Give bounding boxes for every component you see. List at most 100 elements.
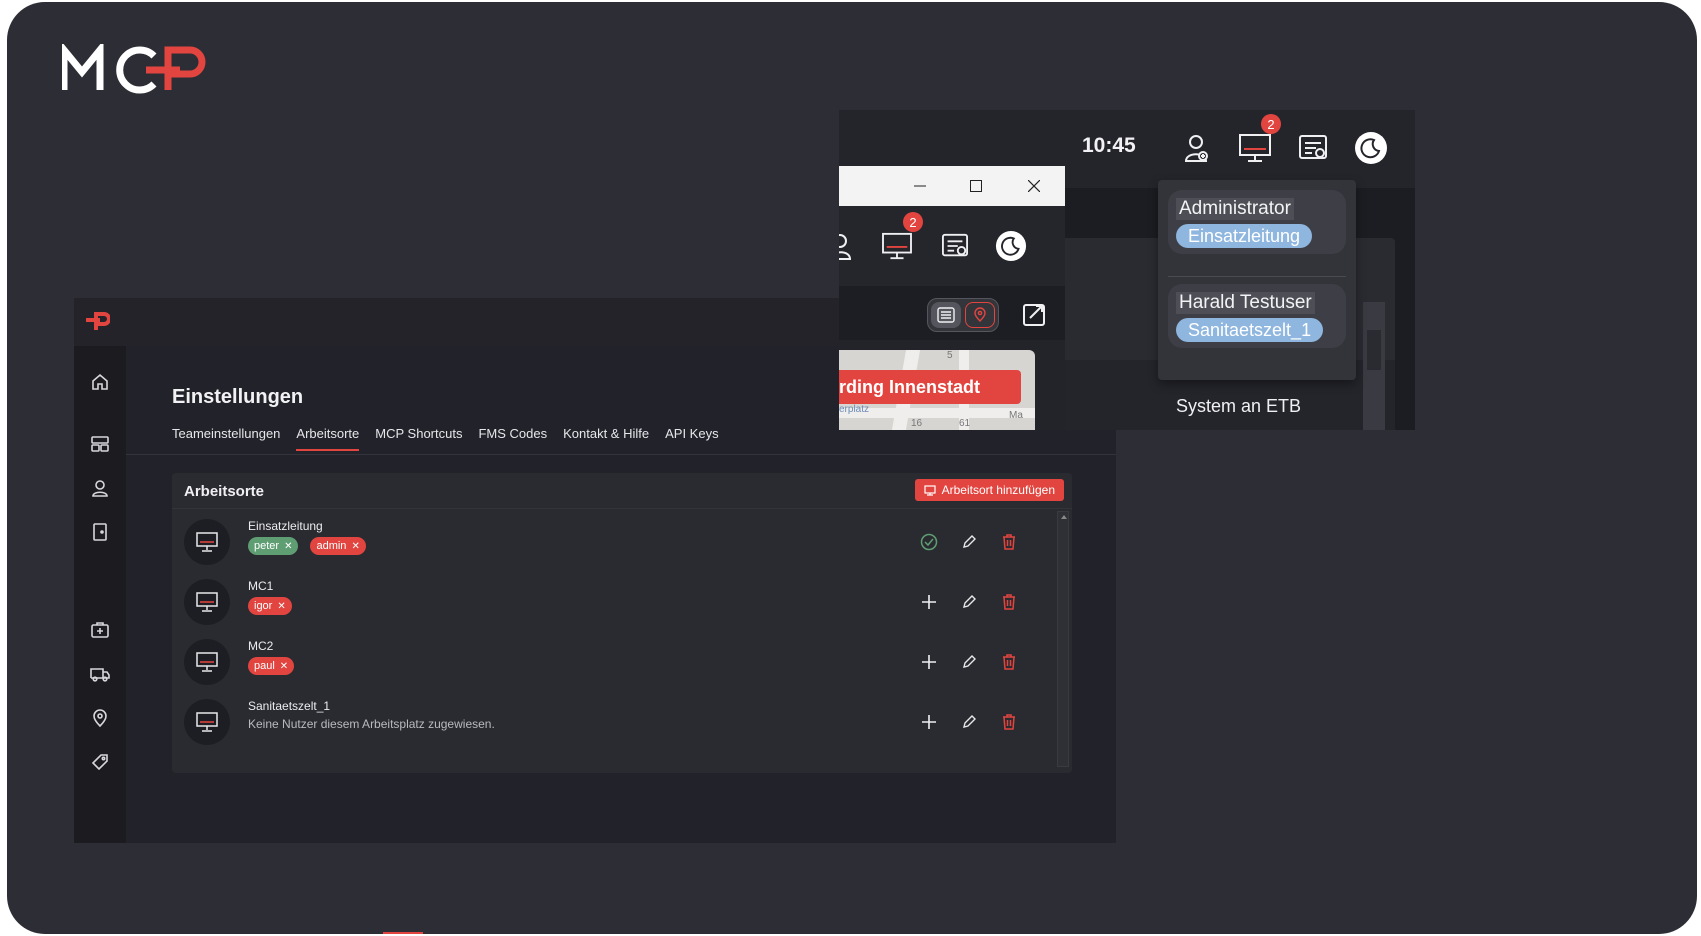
- list-item: Einsatzleitung peter ✕ admin ✕: [184, 513, 1015, 569]
- tab-divider: [126, 454, 1116, 455]
- row-actions: [918, 531, 1020, 553]
- add-user-icon[interactable]: [1179, 130, 1215, 166]
- monitor-badge: 2: [903, 212, 923, 232]
- map-view-icon[interactable]: [965, 302, 995, 328]
- map-location-label[interactable]: rding Innenstadt: [839, 370, 1021, 404]
- overlay-scrollbar[interactable]: [1363, 302, 1385, 430]
- card-scrollbar[interactable]: [1057, 511, 1069, 767]
- medical-kit-icon[interactable]: [88, 618, 112, 642]
- row-actions: [918, 651, 1020, 673]
- user-dropdown: Administrator Einsatzleitung Harald Test…: [1158, 180, 1356, 380]
- report-add-icon[interactable]: [937, 228, 973, 264]
- list-view-icon[interactable]: [931, 302, 961, 328]
- brand-icon[interactable]: [86, 312, 111, 337]
- trash-icon[interactable]: [998, 531, 1020, 553]
- check-circle-icon[interactable]: [918, 531, 940, 553]
- plus-icon[interactable]: [918, 711, 940, 733]
- row-actions: [918, 711, 1020, 733]
- add-button-label: Arbeitsort hinzufügen: [941, 483, 1055, 497]
- presentation-frame: Einstellungen Teameinstellungen Arbeitso…: [7, 2, 1697, 934]
- close-icon[interactable]: [1021, 174, 1047, 198]
- monitor-icon[interactable]: [1237, 130, 1273, 166]
- card-header: Arbeitsorte Arbeitsort hinzufügen: [172, 473, 1072, 509]
- user-chip[interactable]: paul ✕: [248, 657, 295, 675]
- dashboard-icon[interactable]: [88, 432, 112, 456]
- header-overlay: 10:45 2 System an ETB Administrator Eins…: [839, 110, 1415, 430]
- tab-teameinstellungen[interactable]: Teameinstellungen: [172, 426, 280, 451]
- edit-icon[interactable]: [958, 531, 980, 553]
- trash-icon[interactable]: [998, 651, 1020, 673]
- workstation-icon: [184, 519, 230, 565]
- user-badge-icon[interactable]: [88, 476, 112, 500]
- row-actions: [918, 591, 1020, 613]
- home-icon[interactable]: [88, 370, 112, 394]
- settings-tabs: Teameinstellungen Arbeitsorte MCP Shortc…: [172, 426, 719, 451]
- arbeitsorte-card: Arbeitsorte Arbeitsort hinzufügen Einsat…: [172, 473, 1072, 773]
- workstation-icon: [184, 639, 230, 685]
- dropdown-user-name: Administrator: [1176, 198, 1294, 220]
- location-pin-icon[interactable]: [88, 706, 112, 730]
- maximize-icon[interactable]: [963, 174, 989, 198]
- tab-arbeitsorte[interactable]: Arbeitsorte: [296, 426, 360, 451]
- remove-icon[interactable]: ✕: [284, 541, 292, 552]
- workstation-name: MC2: [248, 639, 274, 653]
- user-chip[interactable]: peter ✕: [248, 537, 299, 555]
- clock: 10:45: [1082, 134, 1136, 157]
- map-preview[interactable]: 5 rding Innenstadt erplatz 16 61 Ma: [839, 350, 1035, 430]
- user-chip[interactable]: igor ✕: [248, 597, 292, 615]
- report-add-icon[interactable]: [1295, 130, 1331, 166]
- edit-icon[interactable]: [958, 651, 980, 673]
- inner-header: 2: [839, 206, 1065, 286]
- plus-icon[interactable]: [918, 591, 940, 613]
- dropdown-user-location: Einsatzleitung: [1176, 224, 1313, 248]
- view-toggle[interactable]: [927, 298, 999, 332]
- empty-users-text: Keine Nutzer diesem Arbeitsplatz zugewie…: [248, 717, 495, 731]
- tab-fms-codes[interactable]: FMS Codes: [478, 426, 547, 451]
- plus-icon[interactable]: [918, 651, 940, 673]
- dark-mode-icon[interactable]: [993, 228, 1029, 264]
- mcp-logo: [60, 40, 212, 99]
- exit-door-icon[interactable]: [88, 520, 112, 544]
- user-icon[interactable]: [839, 228, 861, 264]
- monitor-icon[interactable]: [879, 228, 915, 264]
- sidebar: [74, 346, 126, 843]
- workstation-icon: [184, 579, 230, 625]
- page-title: Einstellungen: [172, 386, 304, 408]
- inner-window: 2 5 rding Innenstadt erplatz 16 61 Ma: [839, 166, 1065, 430]
- expand-edit-icon[interactable]: [1017, 296, 1053, 332]
- trash-icon[interactable]: [998, 591, 1020, 613]
- dark-mode-icon[interactable]: [1353, 130, 1389, 166]
- system-status-text: System an ETB: [1176, 396, 1302, 416]
- workstation-name: Einsatzleitung: [248, 519, 323, 533]
- monitor-icon: [923, 484, 936, 496]
- ambulance-icon[interactable]: [88, 662, 112, 686]
- dropdown-user-name: Harald Testuser: [1176, 292, 1315, 314]
- tab-api-keys[interactable]: API Keys: [665, 426, 718, 451]
- dropdown-user-item[interactable]: Harald Testuser Sanitaetszelt_1: [1168, 284, 1346, 348]
- accent-marker: [383, 932, 423, 934]
- card-title: Arbeitsorte: [184, 483, 265, 500]
- dropdown-divider: [1168, 276, 1346, 277]
- trash-icon[interactable]: [998, 711, 1020, 733]
- window-titlebar: [839, 166, 1065, 206]
- edit-icon[interactable]: [958, 711, 980, 733]
- add-arbeitsort-button[interactable]: Arbeitsort hinzufügen: [914, 479, 1064, 501]
- tab-mcp-shortcuts[interactable]: MCP Shortcuts: [375, 426, 462, 451]
- remove-icon[interactable]: ✕: [351, 541, 359, 552]
- edit-icon[interactable]: [958, 591, 980, 613]
- monitor-badge: 2: [1261, 114, 1281, 134]
- tab-kontakt-hilfe[interactable]: Kontakt & Hilfe: [563, 426, 649, 451]
- user-chips: paul ✕: [248, 657, 295, 675]
- minimize-icon[interactable]: [907, 174, 933, 198]
- remove-icon[interactable]: ✕: [280, 661, 288, 672]
- user-chip[interactable]: admin ✕: [310, 537, 366, 555]
- dropdown-user-location: Sanitaetszelt_1: [1176, 318, 1324, 342]
- user-chips: peter ✕ admin ✕: [248, 537, 366, 555]
- workstation-name: Sanitaetszelt_1: [248, 699, 331, 713]
- dropdown-user-item[interactable]: Administrator Einsatzleitung: [1168, 190, 1346, 254]
- workstation-name: MC1: [248, 579, 274, 593]
- list-item: MC1 igor ✕: [184, 573, 1015, 629]
- map-street-label: erplatz: [839, 404, 870, 415]
- tag-icon[interactable]: [88, 750, 112, 774]
- remove-icon[interactable]: ✕: [277, 601, 285, 612]
